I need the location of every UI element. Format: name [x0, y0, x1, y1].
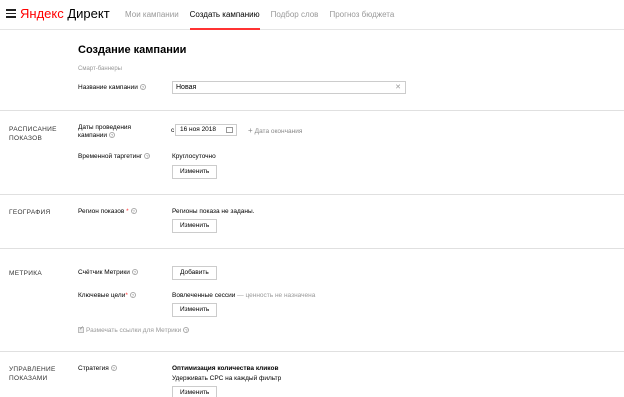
section-geo: ГЕОГРАФИЯ: [9, 209, 51, 216]
logo[interactable]: Яндекс Директ: [20, 6, 110, 21]
checkbox[interactable]: [78, 325, 84, 334]
help-icon[interactable]: ?: [129, 292, 136, 299]
start-date-field[interactable]: 16 ноя 2018: [175, 124, 237, 136]
goals-note: — ценность не назначена: [235, 292, 316, 299]
calendar-icon[interactable]: [226, 127, 233, 133]
strategy-subtitle: Удерживать CPC на каждый фильтр: [172, 375, 282, 382]
required-mark: *: [125, 292, 128, 299]
add-counter-button[interactable]: Добавить: [172, 266, 217, 280]
divider: [0, 110, 624, 111]
campaign-name-label: Название кампании?: [78, 84, 146, 91]
goals-value: Вовлеченные сессии — ценность не назначе…: [172, 292, 316, 299]
help-icon[interactable]: ?: [109, 132, 116, 139]
help-icon[interactable]: ?: [144, 153, 151, 160]
help-icon[interactable]: ?: [110, 365, 117, 372]
tab-budget-forecast[interactable]: Прогноз бюджета: [324, 0, 399, 30]
main-nav: Мои кампании Создать кампанию Подбор сло…: [120, 0, 400, 30]
help-icon[interactable]: ?: [131, 269, 138, 276]
top-bar: Яндекс Директ Мои кампании Создать кампа…: [0, 0, 624, 30]
change-region-button[interactable]: Изменить: [172, 219, 218, 233]
date-from-prefix: с: [171, 127, 175, 134]
logo-yandex: Яндекс: [20, 6, 64, 21]
tab-create-campaign[interactable]: Создать кампанию: [185, 0, 265, 30]
campaign-name-input[interactable]: Новая ✕: [172, 81, 406, 94]
plus-icon: +: [248, 126, 253, 135]
section-metrika: МЕТРИКА: [9, 270, 42, 277]
change-schedule-button[interactable]: Изменить: [172, 165, 218, 179]
counter-label: Счётчик Метрики?: [78, 269, 138, 276]
time-targeting-value: Круглосуточно: [172, 153, 216, 160]
strategy-title: Оптимизация количества кликов: [172, 365, 279, 372]
clear-icon[interactable]: ✕: [395, 82, 401, 93]
end-date-link[interactable]: + Дата окончания: [248, 126, 302, 135]
region-label: Регион показов *?: [78, 208, 137, 215]
section-management: УПРАВЛЕНИЕ ПОКАЗАМИ: [9, 366, 56, 382]
time-targeting-label: Временной таргетинг?: [78, 153, 151, 160]
region-value: Регионы показа не заданы.: [172, 208, 255, 215]
help-icon[interactable]: ?: [139, 84, 146, 91]
goals-label: Ключевые цели*?: [78, 292, 136, 299]
divider: [0, 194, 624, 195]
change-goals-button[interactable]: Изменить: [172, 303, 218, 317]
section-schedule: РАСПИСАНИЕ ПОКАЗОВ: [9, 126, 57, 142]
required-mark: *: [126, 208, 129, 215]
dates-label: Даты проведения кампании?: [78, 124, 132, 139]
metrika-tagging-checkbox[interactable]: Размечать ссылки для Метрики?: [78, 325, 190, 334]
divider: [0, 248, 624, 249]
divider: [0, 351, 624, 352]
tab-keyword-tool[interactable]: Подбор слов: [266, 0, 324, 30]
page-title: Создание кампании: [78, 44, 187, 56]
logo-direct: Директ: [63, 6, 110, 21]
help-icon[interactable]: ?: [130, 208, 137, 215]
page-subtitle: Смарт-баннеры: [78, 66, 122, 72]
tab-my-campaigns[interactable]: Мои кампании: [120, 0, 184, 30]
menu-icon[interactable]: [6, 9, 16, 18]
help-icon[interactable]: ?: [183, 327, 190, 334]
strategy-label: Стратегия?: [78, 365, 117, 372]
change-strategy-button[interactable]: Изменить: [172, 386, 218, 397]
